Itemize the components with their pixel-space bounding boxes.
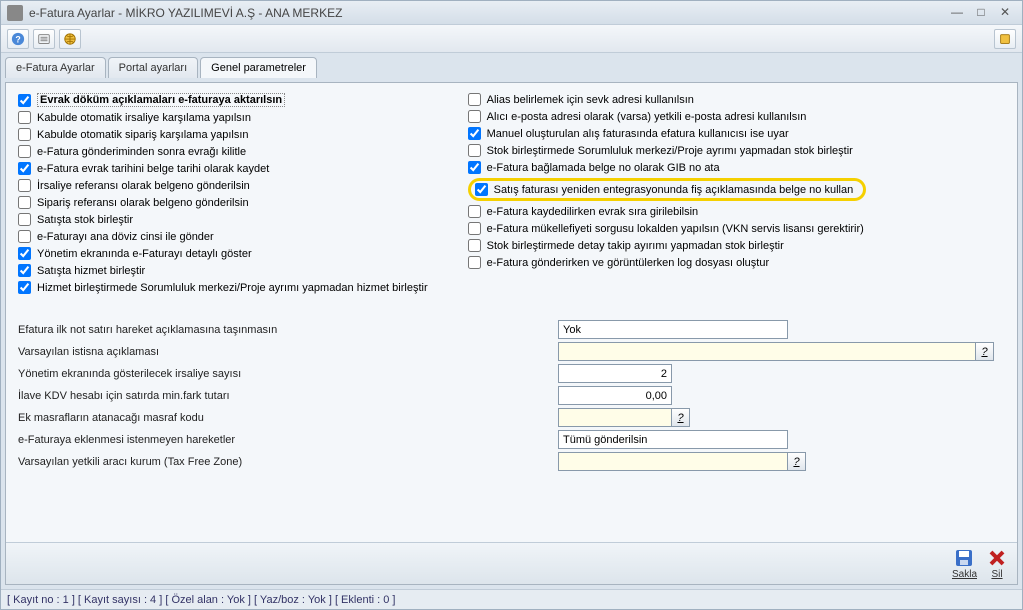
lbl-tax-free-zone: Varsayılan yetkili aracı kurum (Tax Free… bbox=[18, 456, 558, 468]
form-section: Efatura ilk not satırı hareket açıklamas… bbox=[18, 320, 1005, 471]
toolbar-button-right[interactable] bbox=[994, 29, 1016, 49]
lbl-alias-sevk: Alias belirlemek için sevk adresi kullan… bbox=[487, 94, 694, 106]
status-text: [ Kayıt no : 1 ] [ Kayıt sayısı : 4 ] [ … bbox=[7, 594, 395, 606]
toolbar-button-2[interactable] bbox=[33, 29, 55, 49]
lbl-hizmet-birlestir: Hizmet birleştirmede Sorumluluk merkezi/… bbox=[37, 282, 428, 294]
lbl-stok-detay-takip: Stok birleştirmede detay takip ayırımı y… bbox=[487, 240, 784, 252]
general-params-panel: Evrak döküm açıklamaları e-faturaya akta… bbox=[5, 82, 1018, 585]
lbl-kabulde-irsaliye: Kabulde otomatik irsaliye karşılama yapı… bbox=[37, 112, 251, 124]
input-ilave-kdv[interactable] bbox=[558, 386, 672, 405]
globe-icon bbox=[63, 32, 77, 46]
app-icon bbox=[7, 5, 23, 21]
checkbox-column-left: Evrak döküm açıklamaları e-faturaya akta… bbox=[18, 91, 428, 296]
panel-footer: Sakla Sil bbox=[6, 542, 1017, 584]
chk-satista-stok[interactable] bbox=[18, 213, 31, 226]
lbl-ilk-not: Efatura ilk not satırı hareket açıklamas… bbox=[18, 324, 558, 336]
content-area: Evrak döküm açıklamaları e-faturaya akta… bbox=[1, 78, 1022, 589]
btn-masraf-lookup[interactable]: ? bbox=[672, 408, 690, 427]
lbl-satista-hizmet: Satışta hizmet birleştir bbox=[37, 265, 145, 277]
lbl-istisna: Varsayılan istisna açıklaması bbox=[18, 346, 558, 358]
statusbar: [ Kayıt no : 1 ] [ Kayıt sayısı : 4 ] [ … bbox=[1, 589, 1022, 609]
settings-icon bbox=[998, 32, 1012, 46]
lbl-evrak-sira: e-Fatura kaydedilirken evrak sıra girile… bbox=[487, 206, 699, 218]
lbl-log-olustur: e-Fatura gönderirken ve görüntülerken lo… bbox=[487, 257, 770, 269]
lbl-mukellefiyet-lokal: e-Fatura mükellefiyeti sorgusu lokalden … bbox=[487, 223, 864, 235]
chk-evrak-dokum[interactable] bbox=[18, 94, 31, 107]
chk-kabulde-irsaliye[interactable] bbox=[18, 111, 31, 124]
svg-text:?: ? bbox=[15, 34, 20, 44]
chk-alias-sevk[interactable] bbox=[468, 93, 481, 106]
close-button[interactable]: ✕ bbox=[994, 5, 1016, 21]
help-icon: ? bbox=[11, 32, 25, 46]
lbl-alici-eposta: Alıcı e-posta adresi olarak (varsa) yetk… bbox=[487, 111, 807, 123]
chk-satista-hizmet[interactable] bbox=[18, 264, 31, 277]
highlighted-option: Satış faturası yeniden entegrasyonunda f… bbox=[468, 178, 867, 201]
lbl-ilave-kdv: İlave KDV hesabı için satırda min.fark t… bbox=[18, 390, 558, 402]
chk-gonderim-kilit[interactable] bbox=[18, 145, 31, 158]
lbl-stok-birlestir-sorumluluk: Stok birleştirmede Sorumluluk merkezi/Pr… bbox=[487, 145, 853, 157]
lbl-kabulde-siparis: Kabulde otomatik sipariş karşılama yapıl… bbox=[37, 129, 249, 141]
lbl-siparis-ref: Sipariş referansı olarak belgeno gönderi… bbox=[37, 197, 249, 209]
lbl-satis-entegrasyon: Satış faturası yeniden entegrasyonunda f… bbox=[494, 184, 854, 196]
lbl-irsaliye-ref: İrsaliye referansı olarak belgeno gönder… bbox=[37, 180, 250, 192]
toolbar-help-button[interactable]: ? bbox=[7, 29, 29, 49]
save-icon bbox=[954, 548, 974, 568]
checkbox-column-right: Alias belirlemek için sevk adresi kullan… bbox=[468, 91, 867, 296]
lbl-yonetim-detay: Yönetim ekranında e-Faturayı detaylı gös… bbox=[37, 248, 252, 260]
chk-gib-no[interactable] bbox=[468, 161, 481, 174]
chk-mukellefiyet-lokal[interactable] bbox=[468, 222, 481, 235]
toolbar: ? bbox=[1, 25, 1022, 53]
chk-satis-entegrasyon[interactable] bbox=[475, 183, 488, 196]
lbl-satista-stok: Satışta stok birleştir bbox=[37, 214, 133, 226]
lbl-ana-doviz: e-Faturayı ana döviz cinsi ile gönder bbox=[37, 231, 214, 243]
app-window: e-Fatura Ayarlar - MİKRO YAZILIMEVİ A.Ş … bbox=[0, 0, 1023, 610]
chk-alici-eposta[interactable] bbox=[468, 110, 481, 123]
lbl-gonderim-kilit: e-Fatura gönderiminden sonra evrağı kili… bbox=[37, 146, 246, 158]
chk-evrak-tarih[interactable] bbox=[18, 162, 31, 175]
toolbar-button-3[interactable] bbox=[59, 29, 81, 49]
lbl-evrak-tarih: e-Fatura evrak tarihini belge tarihi ola… bbox=[37, 163, 269, 175]
save-button[interactable]: Sakla bbox=[952, 548, 977, 580]
tabs: e-Fatura Ayarlar Portal ayarları Genel p… bbox=[1, 53, 1022, 78]
input-istisna[interactable] bbox=[558, 342, 976, 361]
window-title: e-Fatura Ayarlar - MİKRO YAZILIMEVİ A.Ş … bbox=[29, 6, 342, 20]
lbl-irsaliye-sayisi: Yönetim ekranında gösterilecek irsaliye … bbox=[18, 368, 558, 380]
lbl-evrak-dokum: Evrak döküm açıklamaları e-faturaya akta… bbox=[37, 93, 285, 107]
chk-irsaliye-ref[interactable] bbox=[18, 179, 31, 192]
titlebar: e-Fatura Ayarlar - MİKRO YAZILIMEVİ A.Ş … bbox=[1, 1, 1022, 25]
save-label: Sakla bbox=[952, 569, 977, 580]
btn-istisna-lookup[interactable]: ? bbox=[976, 342, 994, 361]
input-tax-free-zone[interactable] bbox=[558, 452, 788, 471]
tab-portal-ayarlari[interactable]: Portal ayarları bbox=[108, 57, 198, 78]
maximize-button[interactable]: □ bbox=[970, 5, 992, 21]
chk-manuel-alis[interactable] bbox=[468, 127, 481, 140]
tab-efatura-ayarlar[interactable]: e-Fatura Ayarlar bbox=[5, 57, 106, 78]
lbl-masraf-kodu: Ek masrafların atanacağı masraf kodu bbox=[18, 412, 558, 424]
chk-hizmet-birlestir[interactable] bbox=[18, 281, 31, 294]
input-irsaliye-sayisi[interactable] bbox=[558, 364, 672, 383]
delete-button[interactable]: Sil bbox=[987, 548, 1007, 580]
tab-genel-parametreler[interactable]: Genel parametreler bbox=[200, 57, 317, 78]
minimize-button[interactable]: — bbox=[946, 5, 968, 21]
input-ilk-not[interactable] bbox=[558, 320, 788, 339]
chk-stok-birlestir-sorumluluk[interactable] bbox=[468, 144, 481, 157]
chk-siparis-ref[interactable] bbox=[18, 196, 31, 209]
chk-yonetim-detay[interactable] bbox=[18, 247, 31, 260]
btn-taxfree-lookup[interactable]: ? bbox=[788, 452, 806, 471]
list-icon bbox=[37, 32, 51, 46]
lbl-manuel-alis: Manuel oluşturulan alış faturasında efat… bbox=[487, 128, 789, 140]
input-masraf-kodu[interactable] bbox=[558, 408, 672, 427]
lbl-istenmeyen-hareket: e-Faturaya eklenmesi istenmeyen hareketl… bbox=[18, 434, 558, 446]
input-istenmeyen-hareket[interactable] bbox=[558, 430, 788, 449]
delete-label: Sil bbox=[991, 569, 1002, 580]
checkbox-grid: Evrak döküm açıklamaları e-faturaya akta… bbox=[18, 91, 1005, 296]
lbl-gib-no: e-Fatura bağlamada belge no olarak GIB n… bbox=[487, 162, 720, 174]
delete-icon bbox=[987, 548, 1007, 568]
chk-log-olustur[interactable] bbox=[468, 256, 481, 269]
chk-evrak-sira[interactable] bbox=[468, 205, 481, 218]
chk-ana-doviz[interactable] bbox=[18, 230, 31, 243]
chk-stok-detay-takip[interactable] bbox=[468, 239, 481, 252]
chk-kabulde-siparis[interactable] bbox=[18, 128, 31, 141]
